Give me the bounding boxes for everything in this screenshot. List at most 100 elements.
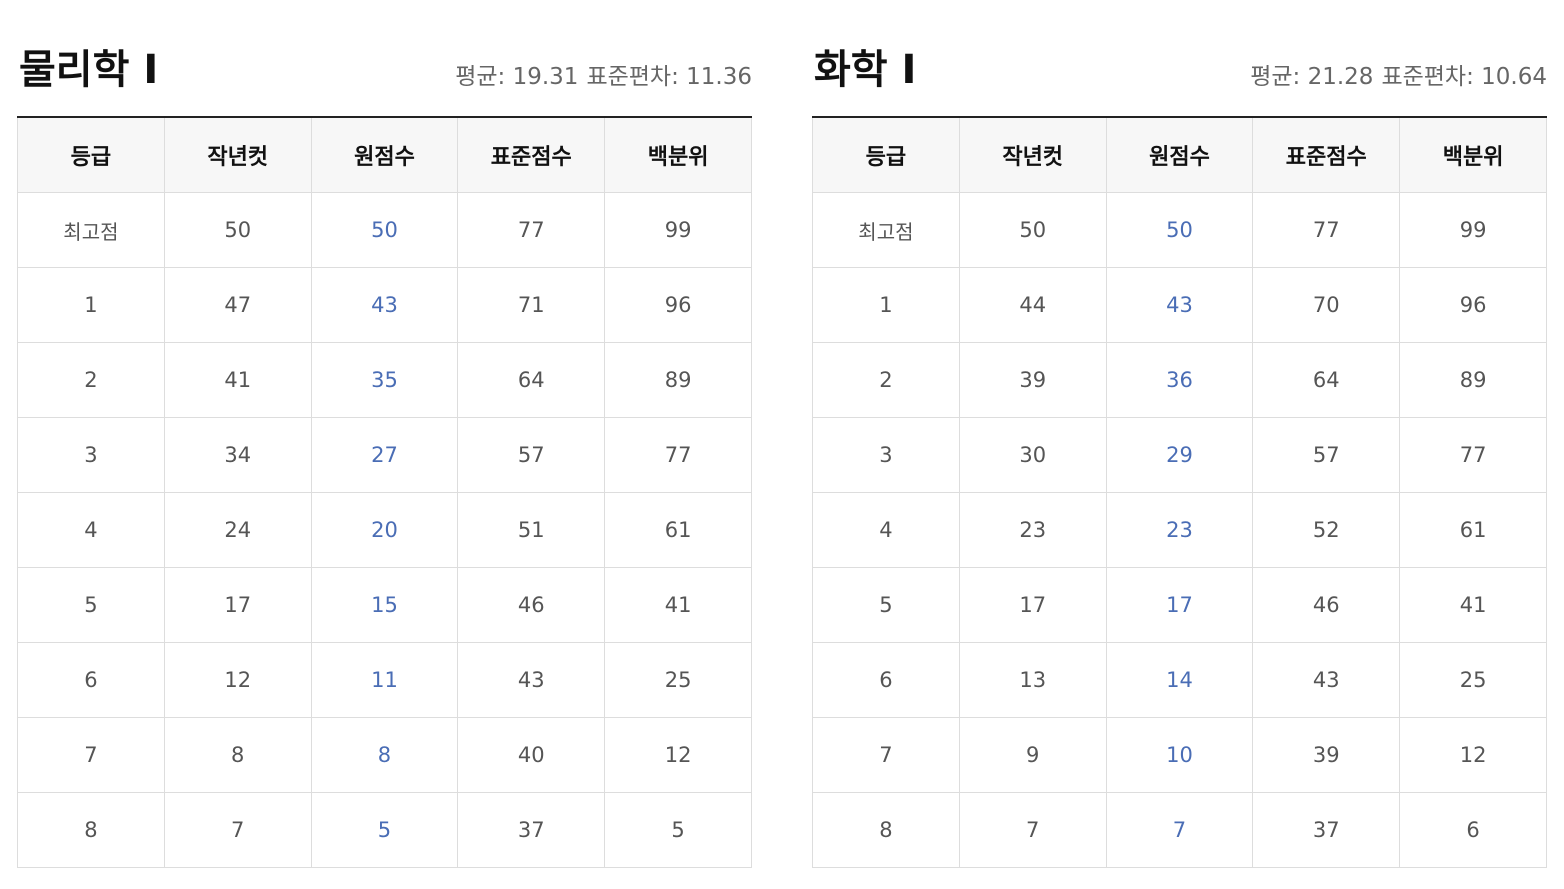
header-percentile: 백분위 (1399, 117, 1547, 193)
physics-std-dev: 표준편차: 11.36 (586, 64, 752, 90)
grade-cell: 6 (812, 642, 960, 718)
standard-score-cell: 39 (1252, 717, 1401, 793)
standard-score-cell: 57 (457, 417, 606, 493)
grade-cell: 1 (812, 267, 960, 343)
standard-score-cell: 71 (457, 267, 606, 343)
physics-stats: 평균: 19.31 표준편차: 11.36 (455, 62, 752, 92)
percentile-cell: 25 (1399, 642, 1547, 718)
standard-score-cell: 40 (457, 717, 606, 793)
grade-cell: 2 (17, 342, 165, 418)
raw-score-cell: 50 (1105, 192, 1254, 268)
raw-score-cell: 7 (1105, 792, 1254, 868)
grade-cell: 4 (812, 492, 960, 568)
last-year-cut-cell: 41 (163, 342, 312, 418)
last-year-cut-cell: 50 (958, 192, 1107, 268)
last-year-cut-cell: 13 (958, 642, 1107, 718)
raw-score-cell: 29 (1105, 417, 1254, 493)
physics-panel: 물리학 Ⅰ 평균: 19.31 표준편차: 11.36 등급 작년컷 원점수 표준… (17, 0, 752, 868)
percentile-cell: 61 (604, 492, 752, 568)
raw-score-cell: 43 (1105, 267, 1254, 343)
grade-cell: 1 (17, 267, 165, 343)
table-row: 최고점 50 50 77 99 (812, 192, 1547, 268)
percentile-cell: 99 (604, 192, 752, 268)
last-year-cut-cell: 50 (163, 192, 312, 268)
table-row: 1 44 43 70 96 (812, 267, 1547, 343)
physics-mean: 평균: 19.31 (455, 64, 579, 90)
raw-score-cell: 35 (310, 342, 459, 418)
standard-score-cell: 46 (457, 567, 606, 643)
physics-panel-header: 물리학 Ⅰ 평균: 19.31 표준편차: 11.36 (17, 0, 752, 116)
table-row: 3 30 29 57 77 (812, 417, 1547, 493)
raw-score-cell: 11 (310, 642, 459, 718)
raw-score-cell: 43 (310, 267, 459, 343)
standard-score-cell: 46 (1252, 567, 1401, 643)
table-row: 5 17 17 46 41 (812, 567, 1547, 643)
chemistry-title: 화학 Ⅰ (814, 47, 917, 93)
last-year-cut-cell: 7 (958, 792, 1107, 868)
raw-score-cell: 20 (310, 492, 459, 568)
header-percentile: 백분위 (604, 117, 752, 193)
standard-score-cell: 43 (1252, 642, 1401, 718)
grade-cell: 7 (812, 717, 960, 793)
raw-score-cell: 14 (1105, 642, 1254, 718)
last-year-cut-cell: 8 (163, 717, 312, 793)
table-row: 6 13 14 43 25 (812, 642, 1547, 718)
percentile-cell: 77 (1399, 417, 1547, 493)
chemistry-std-dev: 표준편차: 10.64 (1381, 64, 1547, 90)
percentile-cell: 89 (604, 342, 752, 418)
table-row: 최고점 50 50 77 99 (17, 192, 752, 268)
table-row: 8 7 5 37 5 (17, 792, 752, 868)
percentile-cell: 25 (604, 642, 752, 718)
grade-cell: 8 (17, 792, 165, 868)
standard-score-cell: 51 (457, 492, 606, 568)
table-row: 7 8 8 40 12 (17, 717, 752, 793)
percentile-cell: 41 (604, 567, 752, 643)
last-year-cut-cell: 9 (958, 717, 1107, 793)
raw-score-cell: 8 (310, 717, 459, 793)
standard-score-cell: 37 (1252, 792, 1401, 868)
grade-cell: 4 (17, 492, 165, 568)
table-row: 4 23 23 52 61 (812, 492, 1547, 568)
header-raw-score: 원점수 (1105, 117, 1254, 193)
header-grade: 등급 (812, 117, 960, 193)
raw-score-cell: 36 (1105, 342, 1254, 418)
percentile-cell: 61 (1399, 492, 1547, 568)
header-last-year-cut: 작년컷 (163, 117, 312, 193)
chemistry-panel: 화학 Ⅰ 평균: 21.28 표준편차: 10.64 등급 작년컷 원점수 표준점… (812, 0, 1547, 868)
raw-score-cell: 5 (310, 792, 459, 868)
grade-cell: 3 (812, 417, 960, 493)
last-year-cut-cell: 17 (163, 567, 312, 643)
last-year-cut-cell: 23 (958, 492, 1107, 568)
header-raw-score: 원점수 (310, 117, 459, 193)
header-standard-score: 표준점수 (457, 117, 606, 193)
table-row: 4 24 20 51 61 (17, 492, 752, 568)
last-year-cut-cell: 47 (163, 267, 312, 343)
percentile-cell: 12 (1399, 717, 1547, 793)
percentile-cell: 5 (604, 792, 752, 868)
percentile-cell: 77 (604, 417, 752, 493)
grade-cell: 5 (812, 567, 960, 643)
table-header-row: 등급 작년컷 원점수 표준점수 백분위 (17, 117, 752, 193)
raw-score-cell: 27 (310, 417, 459, 493)
table-row: 6 12 11 43 25 (17, 642, 752, 718)
chemistry-mean: 평균: 21.28 (1250, 64, 1374, 90)
chemistry-grade-table: 등급 작년컷 원점수 표준점수 백분위 최고점 50 50 77 99 1 44… (812, 116, 1547, 868)
standard-score-cell: 52 (1252, 492, 1401, 568)
standard-score-cell: 64 (457, 342, 606, 418)
grade-cell: 2 (812, 342, 960, 418)
header-standard-score: 표준점수 (1252, 117, 1401, 193)
table-row: 1 47 43 71 96 (17, 267, 752, 343)
standard-score-cell: 64 (1252, 342, 1401, 418)
header-last-year-cut: 작년컷 (958, 117, 1107, 193)
percentile-cell: 99 (1399, 192, 1547, 268)
table-row: 5 17 15 46 41 (17, 567, 752, 643)
last-year-cut-cell: 17 (958, 567, 1107, 643)
chemistry-stats: 평균: 21.28 표준편차: 10.64 (1250, 62, 1547, 92)
last-year-cut-cell: 12 (163, 642, 312, 718)
physics-grade-table: 등급 작년컷 원점수 표준점수 백분위 최고점 50 50 77 99 1 47… (17, 116, 752, 868)
grade-cell: 7 (17, 717, 165, 793)
standard-score-cell: 57 (1252, 417, 1401, 493)
grade-cell: 3 (17, 417, 165, 493)
table-row: 7 9 10 39 12 (812, 717, 1547, 793)
standard-score-cell: 70 (1252, 267, 1401, 343)
